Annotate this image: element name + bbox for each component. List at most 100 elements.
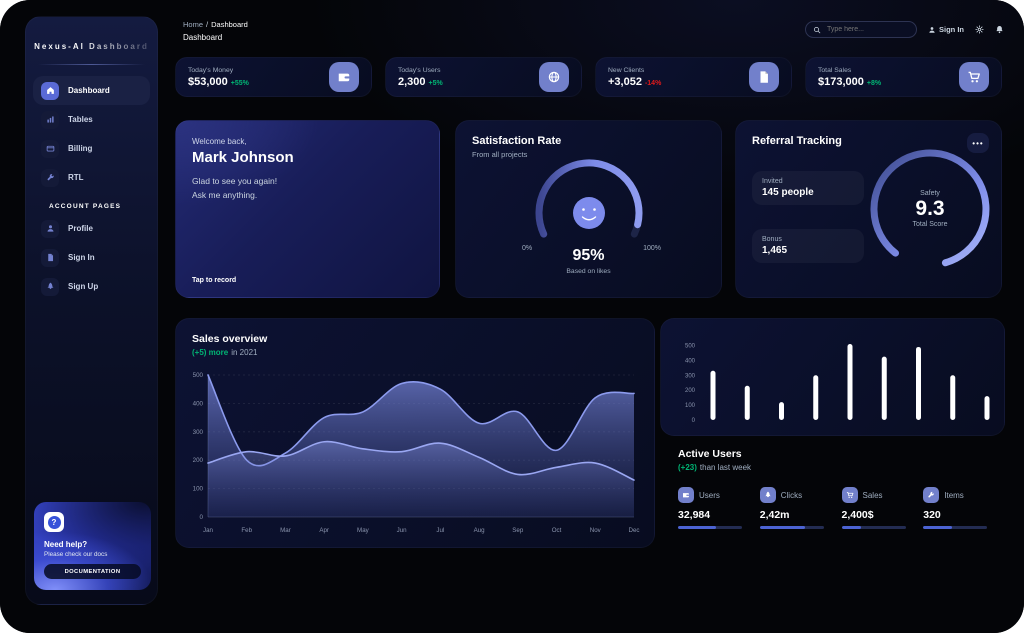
bar-chart: 5004003002001000 xyxy=(669,326,999,430)
svg-text:0: 0 xyxy=(200,514,204,521)
search-box xyxy=(805,21,917,38)
bonus-box: Bonus 1,465 xyxy=(752,229,864,263)
rocket-icon xyxy=(41,278,59,296)
stat-delta: -14% xyxy=(645,80,661,87)
sales-overview-card: Sales overview (+5) morein 2021 01002003… xyxy=(175,318,655,548)
welcome-line1: Glad to see you again! xyxy=(192,175,423,188)
svg-text:Feb: Feb xyxy=(241,527,252,534)
stat-card-todays-users: Today's Users 2,300+5% xyxy=(385,57,582,97)
breadcrumb-home[interactable]: Home xyxy=(183,20,203,29)
svg-text:200: 200 xyxy=(193,457,204,464)
sidebar-item-tables[interactable]: Tables xyxy=(33,105,150,134)
stat-delta: +8% xyxy=(867,80,881,87)
svg-text:0: 0 xyxy=(692,418,696,424)
wrench-icon xyxy=(41,169,59,187)
help-title: Need help? xyxy=(44,540,141,549)
weekly-bar-chart-card: 5004003002001000 xyxy=(660,318,1005,436)
svg-text:100: 100 xyxy=(193,486,204,493)
app-frame: Nexus-AI Dashboard Dashboard Tables Bill… xyxy=(0,0,1024,633)
sidebar-item-label: Profile xyxy=(68,224,93,233)
stats-row: Today's Money $53,000+55% Today's Users … xyxy=(175,57,1002,97)
sidebar-item-profile[interactable]: Profile xyxy=(33,214,150,243)
metric-users: Users 32,984 xyxy=(678,487,760,529)
sidebar-item-label: RTL xyxy=(68,173,84,182)
topbar: Home/Dashboard Dashboard Sign In xyxy=(183,20,1004,48)
tap-to-record-button[interactable]: Tap to record xyxy=(192,277,236,284)
svg-text:500: 500 xyxy=(193,372,204,379)
document-icon xyxy=(749,62,779,92)
credit-card-icon xyxy=(41,140,59,158)
safety-score: Safety 9.3 Total Score xyxy=(860,139,1000,279)
svg-text:Aug: Aug xyxy=(474,527,486,534)
document-icon xyxy=(41,249,59,267)
stat-card-todays-money: Today's Money $53,000+55% xyxy=(175,57,372,97)
svg-text:500: 500 xyxy=(685,343,696,349)
metric-clicks: Clicks 2,42m xyxy=(760,487,842,529)
stat-card-total-sales: Total Sales $173,000+8% xyxy=(805,57,1002,97)
documentation-button[interactable]: DOCUMENTATION xyxy=(44,564,141,579)
stat-value: 2,300+5% xyxy=(398,76,443,88)
rocket-icon xyxy=(760,487,776,503)
svg-text:100: 100 xyxy=(685,403,696,409)
stat-delta: +55% xyxy=(231,80,249,87)
gear-icon[interactable] xyxy=(975,25,984,34)
bell-icon[interactable] xyxy=(995,25,1004,34)
sidebar-item-label: Sign Up xyxy=(68,282,98,291)
sidebar-item-billing[interactable]: Billing xyxy=(33,134,150,163)
sidebar-item-sign-up[interactable]: Sign Up xyxy=(33,272,150,301)
metric-sales: Sales 2,400$ xyxy=(842,487,924,529)
help-subtitle: Please check our docs xyxy=(44,551,141,558)
sidebar-item-sign-in[interactable]: Sign In xyxy=(33,243,150,272)
bar-chart-icon xyxy=(41,111,59,129)
satisfaction-subtitle: From all projects xyxy=(472,150,705,159)
progress-bar xyxy=(760,526,824,529)
sidebar-item-label: Billing xyxy=(68,144,92,153)
progress-bar xyxy=(678,526,742,529)
cart-icon xyxy=(959,62,989,92)
svg-text:Oct: Oct xyxy=(552,527,562,534)
svg-text:Dec: Dec xyxy=(628,527,639,534)
stat-value: +3,052-14% xyxy=(608,76,661,88)
active-users-subtitle: (+23)than last week xyxy=(678,463,1005,472)
sidebar-item-rtl[interactable]: RTL xyxy=(33,163,150,192)
stat-delta: +5% xyxy=(429,80,443,87)
search-input[interactable] xyxy=(825,25,909,34)
sidebar-item-label: Tables xyxy=(68,115,93,124)
stat-value: $173,000+8% xyxy=(818,76,881,88)
svg-text:Jan: Jan xyxy=(203,527,214,534)
welcome-user-name: Mark Johnson xyxy=(192,149,423,166)
svg-text:400: 400 xyxy=(193,400,204,407)
breadcrumb-current: Dashboard xyxy=(211,20,248,29)
referral-tracking-card: Referral Tracking ••• Invited 145 people… xyxy=(735,120,1002,298)
svg-text:400: 400 xyxy=(685,358,696,364)
globe-icon xyxy=(539,62,569,92)
svg-text:200: 200 xyxy=(685,388,696,394)
user-icon xyxy=(928,26,936,34)
welcome-greeting: Welcome back, xyxy=(192,137,423,146)
stat-label: Total Sales xyxy=(818,67,881,74)
progress-bar xyxy=(923,526,987,529)
satisfaction-caption: Based on likes xyxy=(456,268,721,275)
cart-icon xyxy=(842,487,858,503)
sidebar-item-dashboard[interactable]: Dashboard xyxy=(33,76,150,105)
metric-items: Items 320 xyxy=(923,487,1005,529)
active-users-title: Active Users xyxy=(678,448,1005,460)
wrench-icon xyxy=(923,487,939,503)
active-users-section: Active Users (+23)than last week Users 3… xyxy=(660,448,1005,529)
svg-text:Nov: Nov xyxy=(590,527,602,534)
svg-text:Mar: Mar xyxy=(280,527,291,534)
wallet-icon xyxy=(678,487,694,503)
sidebar-section-label: ACCOUNT PAGES xyxy=(49,203,150,210)
sign-in-link[interactable]: Sign In xyxy=(928,25,964,34)
invited-box: Invited 145 people xyxy=(752,171,864,205)
svg-text:Sep: Sep xyxy=(512,527,524,534)
app-logo: Nexus-AI Dashboard xyxy=(26,42,157,51)
stat-value: $53,000+55% xyxy=(188,76,249,88)
svg-text:Jul: Jul xyxy=(436,527,444,534)
help-card: ? Need help? Please check our docs DOCUM… xyxy=(34,502,151,590)
sidebar-item-label: Sign In xyxy=(68,253,95,262)
sidebar: Nexus-AI Dashboard Dashboard Tables Bill… xyxy=(25,16,158,605)
satisfaction-title: Satisfaction Rate xyxy=(472,135,705,147)
welcome-line2: Ask me anything. xyxy=(192,189,423,202)
home-icon xyxy=(41,82,59,100)
